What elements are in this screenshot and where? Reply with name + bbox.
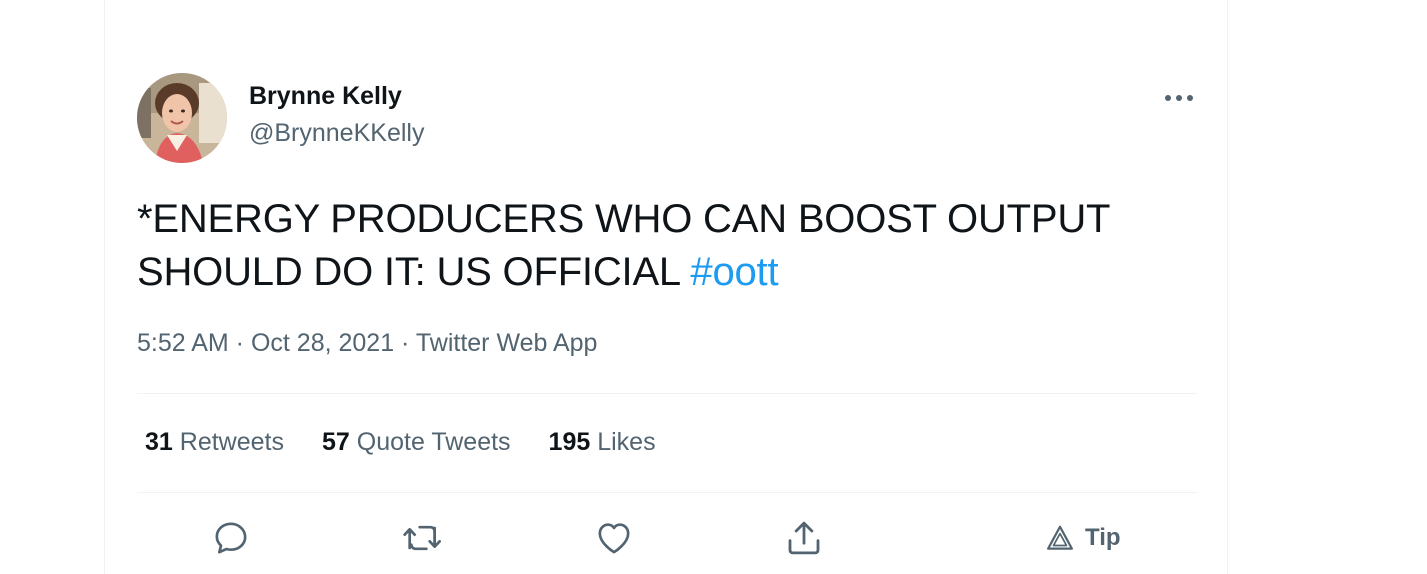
meta-separator: · bbox=[394, 329, 416, 357]
share-icon bbox=[788, 521, 820, 555]
tweet-source[interactable]: Twitter Web App bbox=[416, 329, 598, 357]
avatar-photo bbox=[137, 73, 227, 163]
divider bbox=[137, 393, 1197, 394]
retweets-stat[interactable]: 31 Retweets bbox=[145, 428, 284, 457]
heart-icon bbox=[598, 523, 630, 554]
quote-tweets-stat[interactable]: 57 Quote Tweets bbox=[322, 428, 511, 457]
share-button[interactable] bbox=[783, 516, 825, 560]
retweet-icon bbox=[403, 525, 441, 551]
more-horizontal-icon bbox=[1165, 95, 1193, 101]
reply-button[interactable] bbox=[211, 516, 251, 560]
avatar[interactable] bbox=[137, 73, 227, 163]
tweet-time[interactable]: 5:52 AM bbox=[137, 329, 229, 357]
tweet-date[interactable]: Oct 28, 2021 bbox=[251, 329, 394, 357]
tweet-metadata: 5:52 AM · Oct 28, 2021 · Twitter Web App bbox=[137, 329, 597, 358]
tweet-detail: Brynne Kelly @BrynneKKelly *ENERGY PRODU… bbox=[104, 0, 1228, 574]
tip-button[interactable]: Tip bbox=[1045, 516, 1121, 560]
tip-icon bbox=[1047, 525, 1073, 550]
divider bbox=[137, 492, 1197, 493]
likes-label: Likes bbox=[597, 428, 656, 456]
author-name[interactable]: Brynne Kelly bbox=[249, 82, 402, 111]
likes-count: 195 bbox=[548, 428, 591, 456]
tweet-text: *ENERGY PRODUCERS WHO CAN BOOST OUTPUT S… bbox=[137, 193, 1197, 299]
like-button[interactable] bbox=[594, 516, 634, 560]
tweet-body: *ENERGY PRODUCERS WHO CAN BOOST OUTPUT S… bbox=[137, 197, 1110, 294]
likes-stat[interactable]: 195 Likes bbox=[549, 428, 656, 457]
page: Brynne Kelly @BrynneKKelly *ENERGY PRODU… bbox=[0, 0, 1427, 574]
author-handle[interactable]: @BrynneKKelly bbox=[249, 119, 424, 148]
meta-separator: · bbox=[228, 329, 251, 357]
tip-label: Tip bbox=[1085, 524, 1121, 551]
quote-tweets-count: 57 bbox=[321, 428, 350, 456]
quote-tweets-label: Quote Tweets bbox=[356, 428, 511, 456]
retweets-label: Retweets bbox=[179, 428, 284, 456]
engagement-stats: 31 Retweets 57 Quote Tweets 195 Likes bbox=[145, 428, 656, 457]
more-options-button[interactable] bbox=[1161, 84, 1197, 112]
reply-icon bbox=[215, 522, 247, 554]
retweet-button[interactable] bbox=[401, 516, 445, 560]
retweets-count: 31 bbox=[145, 428, 173, 456]
hashtag-link[interactable]: #oott bbox=[690, 250, 778, 294]
